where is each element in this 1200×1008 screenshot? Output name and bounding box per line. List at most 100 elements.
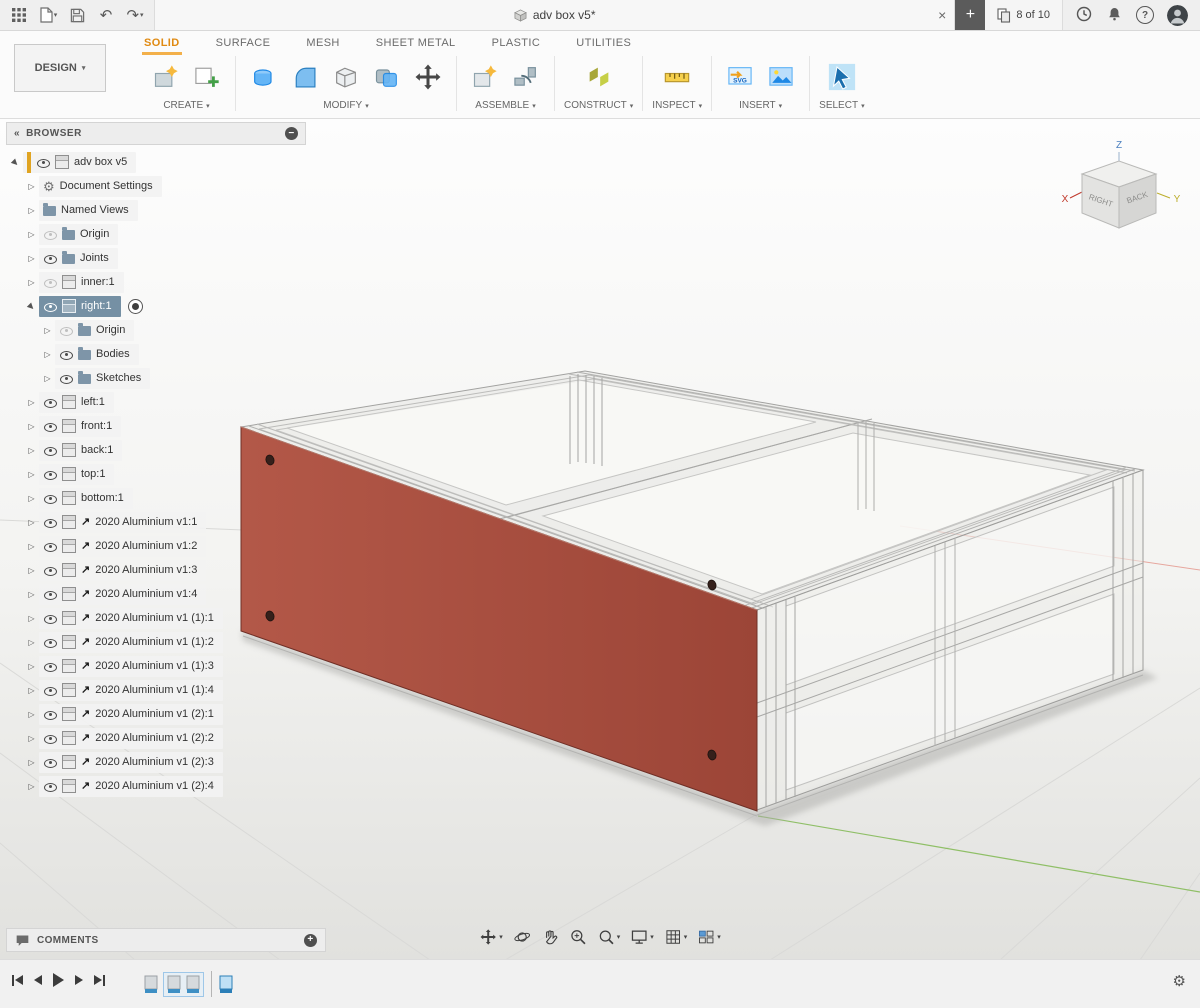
browser-item[interactable]: ▶right:1 (24, 294, 306, 318)
tab-plastic[interactable]: PLASTIC (490, 32, 543, 55)
play-button[interactable] (53, 973, 64, 987)
browser-item[interactable]: ▷front:1 (24, 414, 306, 438)
visibility-eye-off-icon[interactable] (59, 324, 73, 337)
expand-arrow-icon[interactable]: ▷ (24, 734, 39, 743)
group-label-insert[interactable]: INSERT▾ (739, 100, 782, 111)
visibility-eye-icon[interactable] (43, 636, 57, 649)
hide-browser-button[interactable]: − (285, 127, 298, 140)
collapse-arrow-icon[interactable]: ▶ (23, 298, 40, 315)
new-tab-button[interactable]: + (955, 0, 985, 30)
expand-arrow-icon[interactable]: ▷ (24, 398, 39, 407)
browser-item[interactable]: ▷Bodies (40, 342, 306, 366)
tab-surface[interactable]: SURFACE (214, 32, 273, 55)
browser-item[interactable]: ▷↗2020 Aluminium v1 (1):2 (24, 630, 306, 654)
browser-item-chip[interactable]: ↗2020 Aluminium v1 (2):4 (39, 776, 223, 797)
visibility-eye-icon[interactable] (43, 612, 57, 625)
expand-arrow-icon[interactable]: ▷ (24, 254, 39, 263)
save-button[interactable] (64, 3, 90, 27)
history-clock-button[interactable] (1075, 5, 1093, 26)
press-pull-button[interactable] (245, 58, 283, 96)
expand-arrow-icon[interactable]: ▷ (24, 446, 39, 455)
browser-item[interactable]: ▷Sketches (40, 366, 306, 390)
orbit-button[interactable] (509, 924, 535, 950)
browser-item-chip[interactable]: top:1 (39, 464, 114, 485)
display-settings-button[interactable]: ▾ (626, 924, 658, 950)
expand-arrow-icon[interactable]: ▷ (24, 638, 39, 647)
expand-arrow-icon[interactable]: ▷ (24, 494, 39, 503)
visibility-eye-icon[interactable] (43, 444, 57, 457)
browser-item[interactable]: ▷Named Views (24, 198, 306, 222)
visibility-eye-icon[interactable] (43, 732, 57, 745)
visibility-eye-icon[interactable] (43, 756, 57, 769)
expand-arrow-icon[interactable]: ▷ (24, 182, 39, 191)
view-cube[interactable]: Z X Y RIGHT BACK (1054, 136, 1186, 248)
browser-item[interactable]: ▷↗2020 Aluminium v1 (1):4 (24, 678, 306, 702)
browser-item[interactable]: ▷⚙Document Settings (24, 174, 306, 198)
select-button[interactable] (823, 58, 861, 96)
group-label-assemble[interactable]: ASSEMBLE▾ (475, 100, 535, 111)
visibility-eye-icon[interactable] (43, 492, 57, 505)
timeline-feature-marker[interactable] (144, 975, 158, 994)
browser-item[interactable]: ▷↗2020 Aluminium v1 (1):1 (24, 606, 306, 630)
insert-svg-button[interactable]: SVG (721, 58, 759, 96)
go-to-end-button[interactable] (94, 975, 105, 986)
add-comment-button[interactable]: + (304, 934, 317, 947)
browser-item-chip[interactable]: inner:1 (39, 272, 124, 293)
account-avatar[interactable] (1167, 5, 1188, 26)
browser-item[interactable]: ▷bottom:1 (24, 486, 306, 510)
expand-arrow-icon[interactable]: ▷ (24, 614, 39, 623)
visibility-eye-off-icon[interactable] (43, 228, 57, 241)
visibility-eye-icon[interactable] (43, 516, 57, 529)
collapse-arrow-icon[interactable]: ▶ (7, 154, 24, 171)
tab-utilities[interactable]: UTILITIES (574, 32, 633, 55)
expand-arrow-icon[interactable]: ▷ (40, 326, 55, 335)
visibility-eye-icon[interactable] (59, 372, 73, 385)
visibility-eye-icon[interactable] (43, 660, 57, 673)
activate-component-radio[interactable] (128, 299, 143, 314)
document-tab[interactable]: adv box v5* × (154, 0, 955, 30)
create-sketch-button[interactable] (188, 58, 226, 96)
file-menu-button[interactable]: ▾ (35, 3, 61, 27)
browser-item-chip[interactable]: bottom:1 (39, 488, 133, 509)
expand-arrow-icon[interactable]: ▷ (24, 230, 39, 239)
zoom-button[interactable] (565, 924, 591, 950)
browser-item-chip[interactable]: ↗2020 Aluminium v1 (1):1 (39, 608, 223, 629)
timeline-feature-marker-active[interactable] (219, 975, 233, 994)
tab-sheet-metal[interactable]: SHEET METAL (374, 32, 458, 55)
measure-button[interactable] (658, 58, 696, 96)
browser-item[interactable]: ▷↗2020 Aluminium v1:1 (24, 510, 306, 534)
step-back-button[interactable] (34, 975, 42, 985)
browser-item[interactable]: ▷↗2020 Aluminium v1 (1):3 (24, 654, 306, 678)
visibility-eye-icon[interactable] (59, 348, 73, 361)
visibility-eye-icon[interactable] (43, 252, 57, 265)
browser-item[interactable]: ▷Joints (24, 246, 306, 270)
construction-plane-button[interactable] (580, 58, 618, 96)
browser-item[interactable]: ▷↗2020 Aluminium v1 (2):4 (24, 774, 306, 798)
group-label-modify[interactable]: MODIFY▾ (323, 100, 368, 111)
expand-arrow-icon[interactable]: ▷ (24, 278, 39, 287)
browser-item-chip[interactable]: left:1 (39, 392, 114, 413)
expand-arrow-icon[interactable]: ▷ (24, 470, 39, 479)
step-forward-button[interactable] (75, 975, 83, 985)
browser-item-chip[interactable]: ↗2020 Aluminium v1:4 (39, 584, 206, 605)
browser-item[interactable]: ▷↗2020 Aluminium v1:3 (24, 558, 306, 582)
fit-button[interactable]: ▾ (593, 924, 625, 950)
browser-item-chip[interactable]: back:1 (39, 440, 122, 461)
help-button[interactable]: ? (1136, 6, 1154, 24)
create-form-button[interactable] (147, 58, 185, 96)
expand-arrow-icon[interactable]: ▷ (24, 590, 39, 599)
expand-arrow-icon[interactable]: ▷ (24, 662, 39, 671)
browser-item-chip[interactable]: ↗2020 Aluminium v1 (1):4 (39, 680, 223, 701)
expand-arrow-icon[interactable]: ▷ (24, 710, 39, 719)
expand-arrow-icon[interactable]: ▷ (24, 206, 39, 215)
visibility-eye-off-icon[interactable] (43, 276, 57, 289)
viewports-button[interactable]: ▾ (693, 924, 725, 950)
browser-item-chip[interactable]: ↗2020 Aluminium v1 (2):2 (39, 728, 223, 749)
browser-item-chip[interactable]: ↗2020 Aluminium v1 (2):3 (39, 752, 223, 773)
browser-item[interactable]: ▷Origin (24, 222, 306, 246)
new-component-button[interactable] (466, 58, 504, 96)
expand-arrow-icon[interactable]: ▷ (24, 422, 39, 431)
group-label-construct[interactable]: CONSTRUCT▾ (564, 100, 633, 111)
browser-item-chip[interactable]: ↗2020 Aluminium v1 (1):3 (39, 656, 223, 677)
browser-item-chip[interactable]: Bodies (55, 344, 139, 365)
